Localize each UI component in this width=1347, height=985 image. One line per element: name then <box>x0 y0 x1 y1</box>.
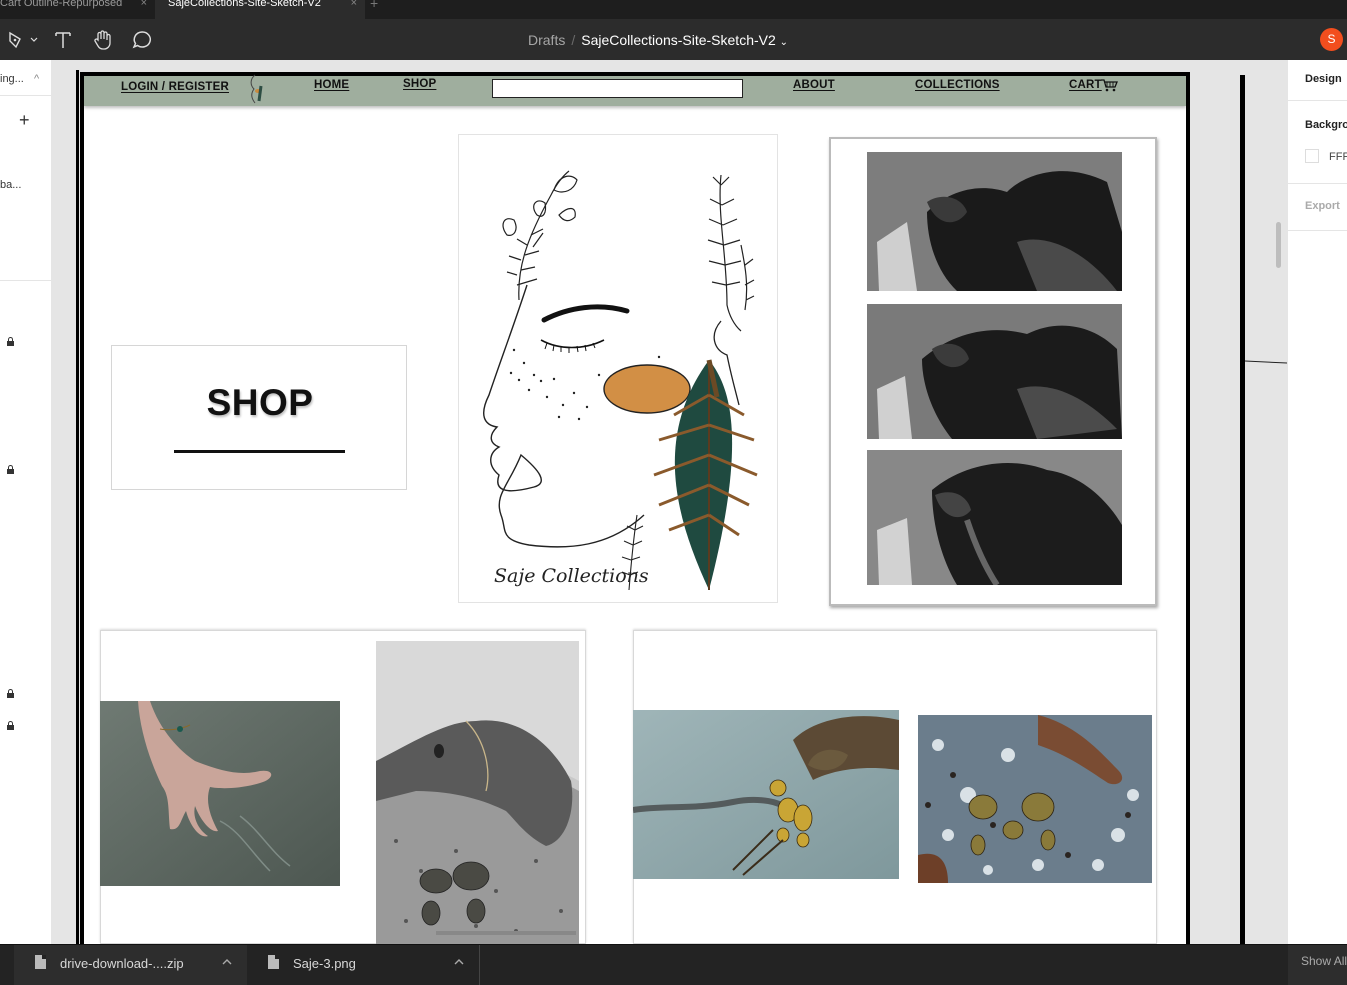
download-name: drive-download-....zip <box>60 956 184 971</box>
divider <box>0 95 52 96</box>
connector-line <box>1245 360 1287 364</box>
divider <box>1288 230 1347 231</box>
shop-heading: SHOP <box>206 382 314 423</box>
lock-icon[interactable] <box>7 689 14 698</box>
export-section-title[interactable]: Export <box>1305 200 1340 212</box>
drafts-link[interactable]: Drafts <box>528 32 565 48</box>
tab-cart-outline[interactable]: Cart Outline-Repurposed × <box>0 0 155 19</box>
shop-card[interactable]: SHOP <box>111 345 407 490</box>
nav-collections[interactable]: COLLECTIONS <box>915 79 1000 91</box>
cart-icon[interactable] <box>1100 78 1118 92</box>
close-icon[interactable]: × <box>351 0 357 9</box>
earring-hand-photo <box>918 715 1152 883</box>
pen-tool-icon[interactable] <box>6 28 38 52</box>
tab-bar: Cart Outline-Repurposed × SajeCollection… <box>0 0 1347 19</box>
breadcrumb-separator: / <box>571 32 576 48</box>
adjacent-artboard-edge <box>1240 75 1245 944</box>
model-photo <box>867 304 1122 439</box>
add-page-button[interactable]: + <box>19 110 30 131</box>
model-photo <box>867 450 1122 585</box>
background-section-title: Backgro <box>1305 119 1347 131</box>
artboard-edge <box>76 70 79 944</box>
lock-icon[interactable] <box>7 465 14 474</box>
model-photo <box>867 152 1122 291</box>
add-tab-button[interactable]: + <box>370 0 378 10</box>
nav-login-register[interactable]: LOGIN / REGISTER <box>121 81 229 93</box>
tab-design[interactable]: Design <box>1305 73 1342 85</box>
earring-water-photo <box>633 710 899 879</box>
layers-panel: ing... ^ + ba... <box>0 60 52 944</box>
face-illustration <box>483 170 758 591</box>
chevron-up-icon[interactable]: ^ <box>34 73 39 85</box>
file-name[interactable]: SajeCollections-Site-Sketch-V2 <box>581 32 776 48</box>
background-color-swatch[interactable] <box>1305 149 1319 163</box>
divider <box>0 280 52 281</box>
lock-icon[interactable] <box>7 337 14 346</box>
page-selector[interactable]: ing... <box>0 73 24 85</box>
logo-card: Saje Collections <box>458 134 778 603</box>
bracelet-sand-photo <box>100 701 340 886</box>
tab-saje-site-sketch[interactable]: SajeCollections-Site-Sketch-V2 × <box>155 0 365 19</box>
comment-tool-icon[interactable] <box>130 28 154 52</box>
nav-cart[interactable]: CART <box>1069 79 1102 91</box>
divider <box>1288 183 1347 184</box>
chevron-down-icon[interactable]: ⌄ <box>780 37 788 48</box>
show-all-button[interactable]: Show All <box>1288 945 1347 985</box>
avatar[interactable]: S <box>1320 28 1343 51</box>
download-name: Saje-3.png <box>293 956 356 971</box>
lock-icon[interactable] <box>7 721 14 730</box>
download-item[interactable]: Saje-3.png <box>247 945 480 985</box>
chevron-up-icon[interactable] <box>453 955 465 967</box>
file-icon <box>35 955 46 969</box>
divider <box>1288 100 1347 101</box>
file-icon <box>268 955 279 969</box>
nav-home[interactable]: HOME <box>314 79 349 91</box>
chevron-up-icon[interactable] <box>221 955 233 967</box>
text-tool-icon[interactable] <box>51 28 75 52</box>
properties-panel: Design Backgro FFF Export <box>1287 60 1347 944</box>
downloads-bar: drive-download-....zip Saje-3.png Show A… <box>0 944 1347 985</box>
shop-underline <box>174 450 345 453</box>
site-search-input[interactable] <box>492 79 743 98</box>
close-icon[interactable]: × <box>141 0 147 9</box>
tab-label: SajeCollections-Site-Sketch-V2 <box>168 0 321 9</box>
nav-about[interactable]: ABOUT <box>793 79 835 91</box>
background-hex-input[interactable]: FFF <box>1329 151 1347 163</box>
logo-mini-icon <box>250 74 263 104</box>
canvas-scrollbar[interactable] <box>1276 222 1281 268</box>
bracelet-rock-photo <box>376 641 579 944</box>
hand-tool-icon[interactable] <box>91 28 115 52</box>
toolbar: Drafts / SajeCollections-Site-Sketch-V2 ⌄ … <box>0 19 1347 60</box>
nav-shop[interactable]: SHOP <box>403 78 436 90</box>
model-photo-column <box>829 137 1157 606</box>
breadcrumb: Drafts / SajeCollections-Site-Sketch-V2 ⌄ <box>528 32 788 48</box>
download-item[interactable]: drive-download-....zip <box>14 945 247 985</box>
layer-item[interactable]: ba... <box>0 179 21 191</box>
logo-wordmark: Saje Collections <box>494 565 649 587</box>
tab-label: Cart Outline-Repurposed <box>0 0 123 9</box>
